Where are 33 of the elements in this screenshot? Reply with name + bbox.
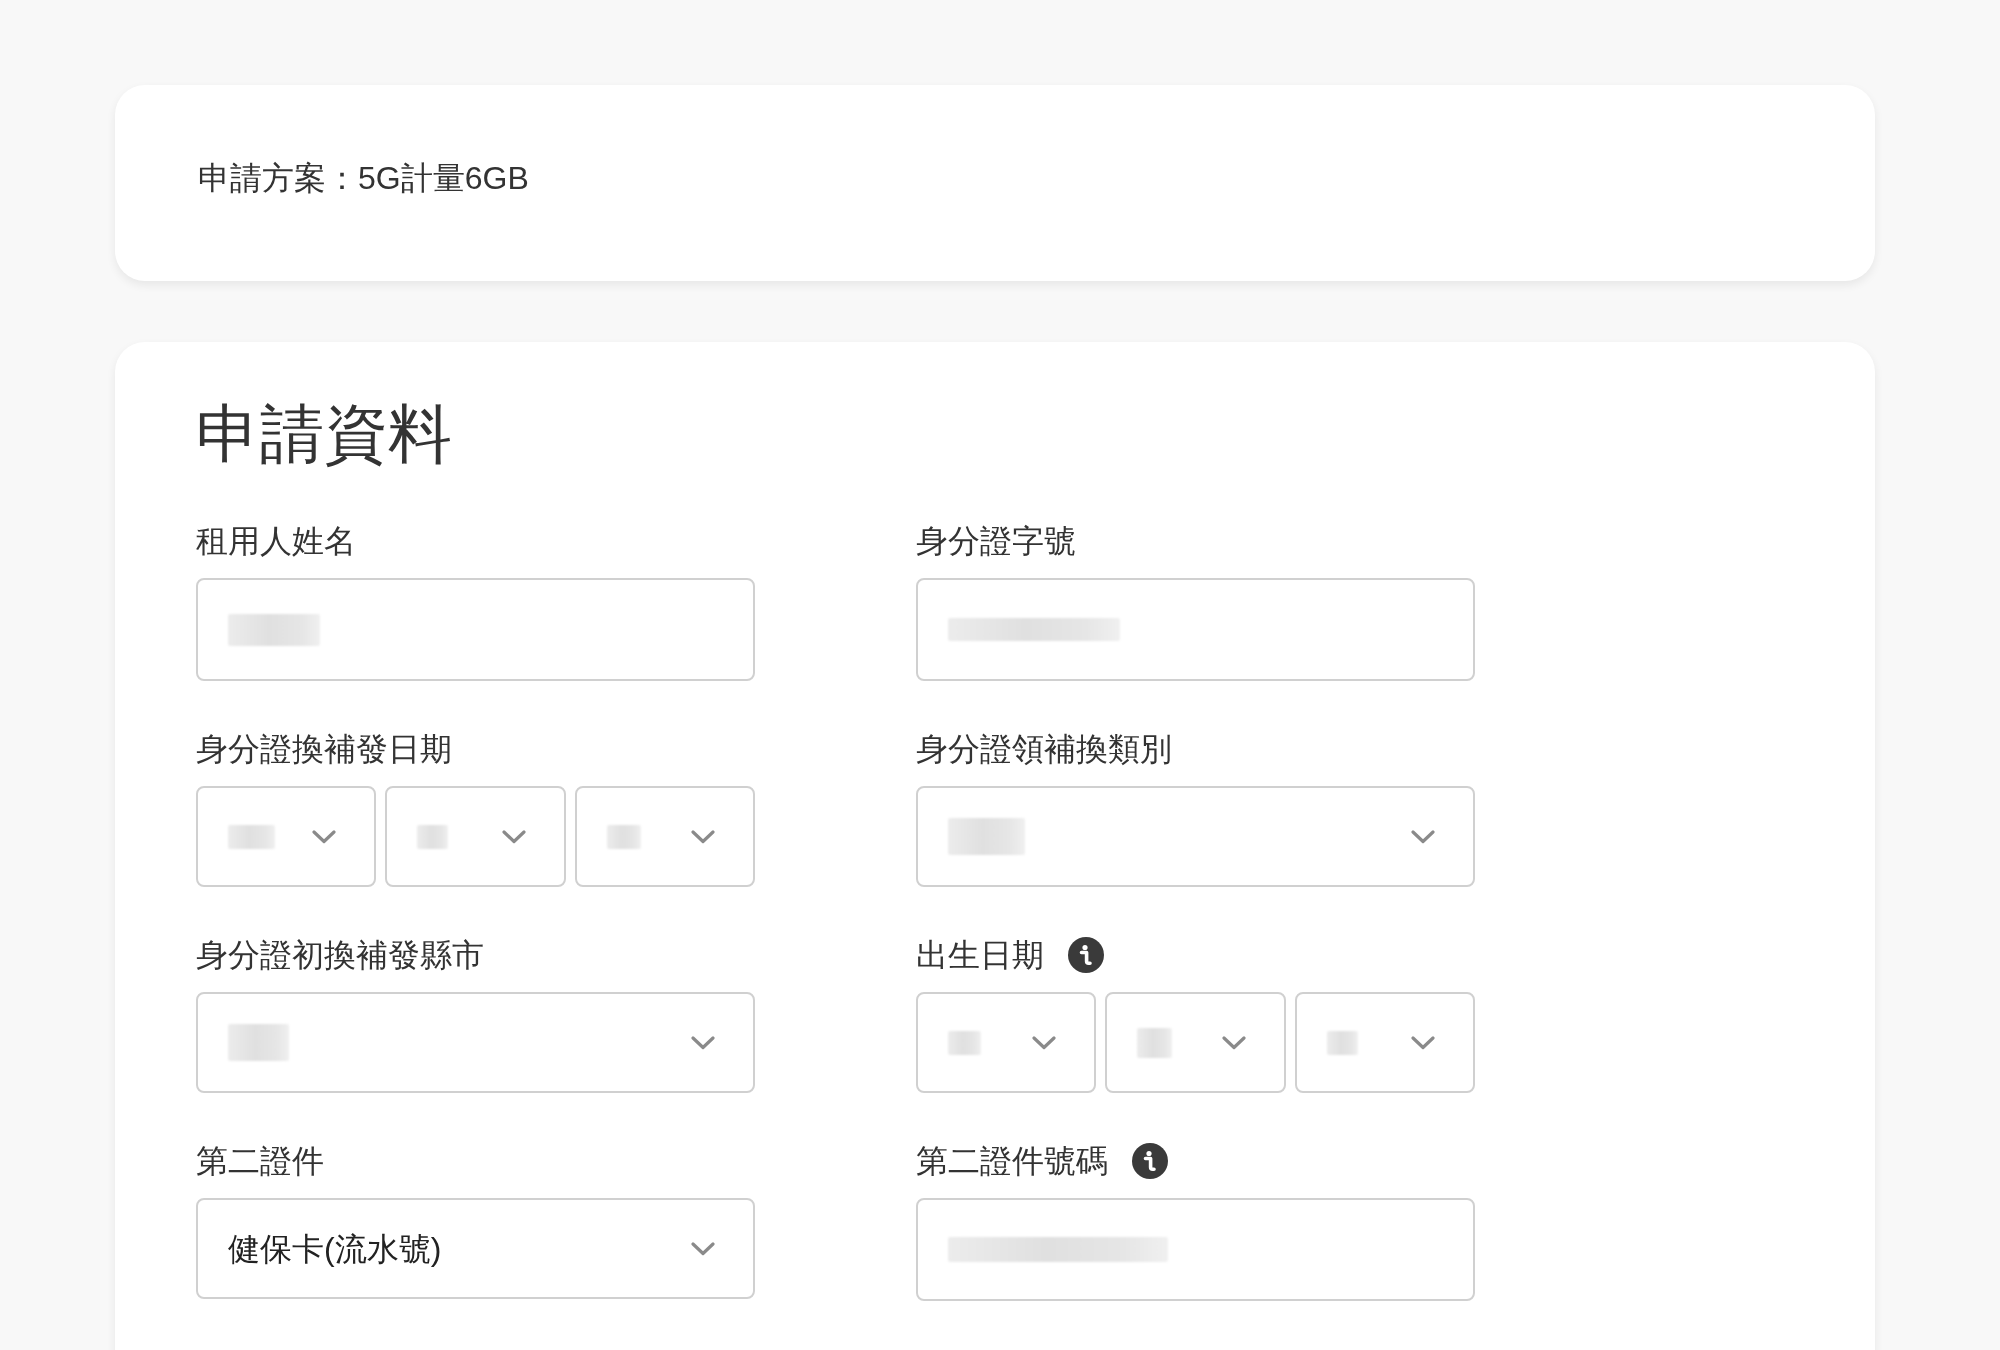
input-field[interactable] (916, 578, 1475, 681)
info-icon[interactable] (1068, 937, 1104, 973)
field-label: 租用人姓名 (196, 523, 356, 559)
chevron-down-icon (1221, 1035, 1246, 1050)
select-field[interactable] (916, 992, 1097, 1093)
input-field[interactable] (196, 578, 755, 681)
info-icon[interactable] (1132, 1143, 1168, 1179)
select-field[interactable] (916, 786, 1475, 887)
select-field[interactable]: 健保卡(流水號) (196, 1198, 755, 1299)
field-label: 第二證件 (196, 1143, 324, 1179)
select-field[interactable] (574, 786, 755, 887)
chevron-down-icon (1411, 829, 1435, 844)
chevron-down-icon (312, 829, 337, 844)
chevron-down-icon (501, 829, 526, 844)
chevron-down-icon (1411, 1035, 1435, 1050)
select-field[interactable] (1294, 992, 1475, 1093)
select-field[interactable] (196, 992, 755, 1093)
form-title: 申請資料 (196, 397, 452, 472)
chevron-down-icon (691, 1035, 715, 1050)
field-label: 身分證初換補發縣市 (196, 937, 484, 973)
chevron-down-icon (691, 829, 715, 844)
input-field[interactable] (916, 1198, 1475, 1301)
plan-text: 申請方案：5G計量6GB (198, 159, 529, 197)
field-label: 身分證換補發日期 (196, 731, 452, 767)
chevron-down-icon (691, 1241, 715, 1256)
field-label: 第二證件號碼 (916, 1143, 1108, 1179)
field-label: 出生日期 (916, 937, 1044, 973)
select-field[interactable] (385, 786, 566, 887)
field-label: 身分證字號 (916, 523, 1076, 559)
field-label: 身分證領補換類別 (916, 731, 1172, 767)
select-field[interactable] (196, 786, 377, 887)
select-field[interactable] (1105, 992, 1286, 1093)
chevron-down-icon (1032, 1035, 1057, 1050)
